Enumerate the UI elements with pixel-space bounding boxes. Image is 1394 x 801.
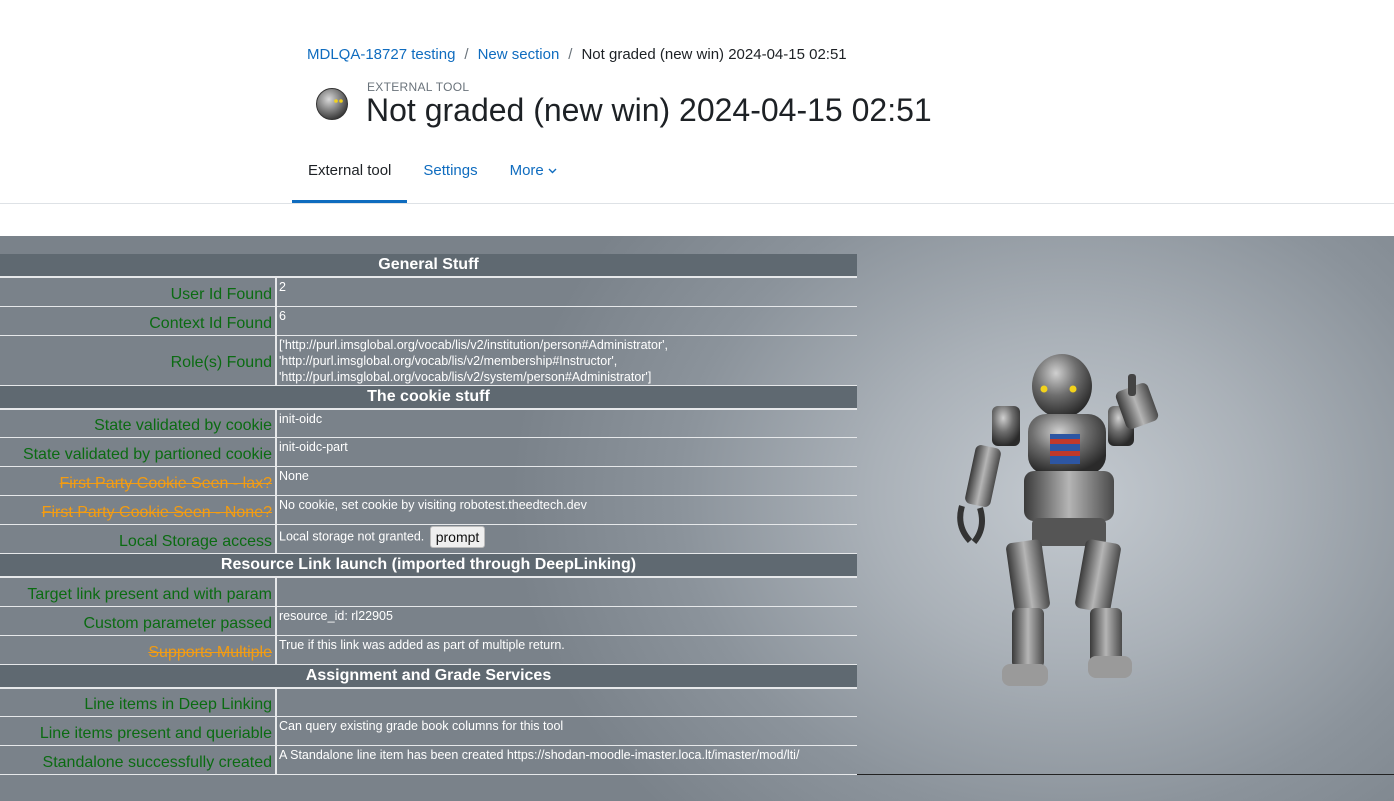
result-label: State validated by partioned cookie — [0, 437, 276, 467]
section-header: The cookie stuff — [0, 385, 857, 410]
launch-results-table: General Stuff User Id Found 2 Context Id Fo… — [0, 254, 857, 775]
tab-label: External tool — [308, 162, 392, 179]
result-row: Supports Multiple True if this link was a… — [0, 635, 857, 665]
section-header: Resource Link launch (imported through D… — [0, 553, 857, 578]
result-row: First Party Cookie Seen - lax? None — [0, 466, 857, 496]
result-value — [275, 687, 857, 717]
result-value: 2 — [275, 277, 857, 307]
result-row: Line items in Deep Linking — [0, 687, 857, 717]
result-value-text: True if this link was added as part of m… — [279, 637, 565, 652]
section-title: The cookie stuff — [0, 385, 857, 410]
breadcrumb-current: Not graded (new win) 2024-04-15 02:51 — [581, 46, 847, 63]
result-value-text: None — [279, 469, 309, 483]
result-row: First Party Cookie Seen - None? No cookie… — [0, 495, 857, 525]
breadcrumb-separator: / — [568, 46, 573, 63]
result-value-text: init-oidc-part — [279, 440, 348, 454]
tab-external-tool[interactable]: External tool — [292, 150, 408, 203]
result-value: Local storage not granted. prompt — [275, 524, 857, 554]
breadcrumb: MDLQA-18727 testing / New section / Not … — [307, 46, 847, 63]
result-label: Line items in Deep Linking — [0, 687, 276, 717]
result-value: A Standalone line item has been created … — [275, 745, 857, 775]
result-value — [275, 577, 857, 607]
result-label: Local Storage access — [0, 524, 276, 554]
result-value-text: ['http://purl.imsglobal.org/vocab/lis/v2… — [279, 337, 668, 384]
result-value-text: 2 — [279, 280, 286, 294]
result-value: Can query existing grade book columns fo… — [275, 716, 857, 746]
result-label: Role(s) Found — [0, 335, 276, 386]
result-label: Supports Multiple — [0, 635, 276, 665]
robot-head-icon — [316, 88, 348, 120]
result-label: Context Id Found — [0, 306, 276, 336]
result-label: First Party Cookie Seen - None? — [0, 495, 276, 525]
chevron-down-icon — [548, 168, 557, 174]
section-header: Assignment and Grade Services — [0, 664, 857, 689]
tab-settings[interactable]: Settings — [407, 150, 493, 203]
result-value: None — [275, 466, 857, 496]
result-label: Standalone successfully created — [0, 745, 276, 775]
result-value: init-oidc-part — [275, 437, 857, 467]
result-row: Target link present and with param — [0, 577, 857, 607]
section-header: General Stuff — [0, 254, 857, 278]
result-value: No cookie, set cookie by visiting robote… — [275, 495, 857, 525]
result-value-text: resource_id: rl22905 — [279, 608, 393, 623]
result-label: Target link present and with param — [0, 577, 276, 607]
tab-more[interactable]: More — [494, 150, 573, 203]
breadcrumb-course-link[interactable]: MDLQA-18727 testing — [307, 46, 455, 63]
result-value: init-oidc — [275, 408, 857, 438]
page-header: MDLQA-18727 testing / New section / Not … — [0, 0, 1394, 204]
result-row: Custom parameter passed resource_id: rl22… — [0, 606, 857, 636]
robot-illustration — [957, 354, 1159, 686]
result-value-text: Local storage not granted. — [279, 529, 425, 544]
result-row: Standalone successfully created A Standal… — [0, 745, 857, 775]
result-value: ['http://purl.imsglobal.org/vocab/lis/v2… — [275, 335, 857, 386]
result-row: Line items present and queriable Can quer… — [0, 716, 857, 746]
result-label: Custom parameter passed — [0, 606, 276, 636]
result-value: 6 — [275, 306, 857, 336]
tab-label: Settings — [423, 162, 478, 179]
section-title: Resource Link launch (imported through D… — [0, 553, 857, 578]
result-label: Line items present and queriable — [0, 716, 276, 746]
result-value-text: Can query existing grade book columns fo… — [279, 719, 564, 733]
result-row: Role(s) Found ['http://purl.imsglobal.org… — [0, 335, 857, 386]
result-row: State validated by partioned cookie init-… — [0, 437, 857, 467]
prompt-button[interactable]: prompt — [429, 526, 486, 548]
secondary-navigation: External tool Settings More — [292, 150, 573, 203]
result-label: First Party Cookie Seen - lax? — [0, 466, 276, 496]
result-row: Local Storage access Local storage not gr… — [0, 524, 857, 554]
result-label: User Id Found — [0, 277, 276, 307]
result-value-text: init-oidc — [279, 411, 323, 426]
breadcrumb-section-link[interactable]: New section — [478, 46, 560, 63]
section-title: Assignment and Grade Services — [0, 664, 857, 689]
result-label: State validated by cookie — [0, 408, 276, 438]
breadcrumb-separator: / — [464, 46, 469, 63]
result-value-text: No cookie, set cookie by visiting robote… — [279, 498, 587, 512]
result-row: User Id Found 2 — [0, 277, 857, 307]
section-title: General Stuff — [0, 254, 857, 278]
result-value: resource_id: rl22905 — [275, 606, 857, 636]
page-title: Not graded (new win) 2024-04-15 02:51 — [366, 92, 932, 128]
result-value: True if this link was added as part of m… — [275, 635, 857, 665]
tab-label: More — [509, 162, 544, 179]
result-value-text: A Standalone line item has been created … — [279, 748, 800, 762]
external-tool-frame[interactable]: General Stuff User Id Found 2 Context Id Fo… — [0, 236, 1394, 801]
result-row: Context Id Found 6 — [0, 306, 857, 336]
result-value-text: 6 — [279, 308, 286, 323]
result-row: State validated by cookie init-oidc — [0, 408, 857, 438]
